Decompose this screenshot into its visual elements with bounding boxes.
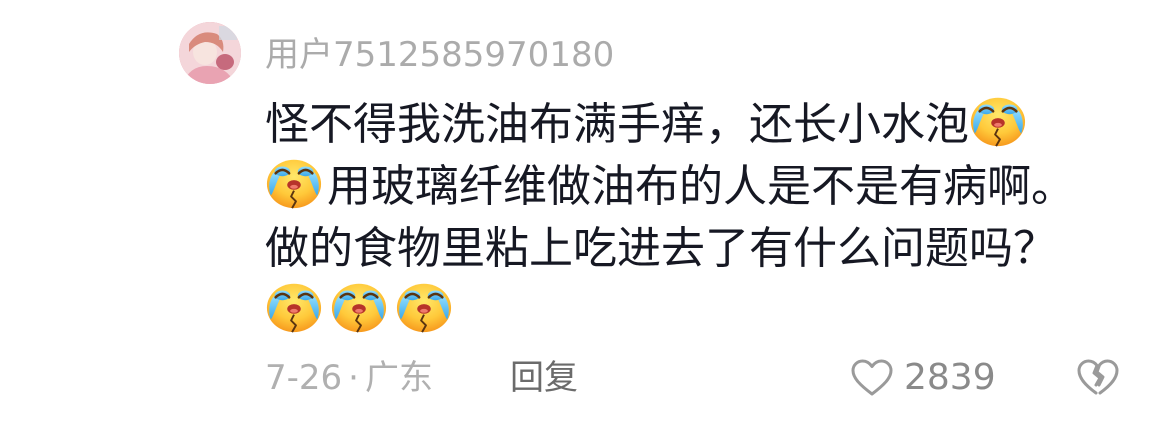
crying-emoji-icon [265,277,323,335]
comment-screen: 用户7512585970180 怪不得我洗油布满手痒，还长小水泡 用玻璃纤维做油… [0,0,1170,421]
crying-emoji-icon [969,91,1027,149]
like-button[interactable]: 2839 [850,355,996,401]
comment-text: 怪不得我洗油布满手痒，还长小水泡 [265,99,969,150]
like-count: 2839 [904,357,996,398]
crying-emoji-icon [395,277,453,335]
user-avatar[interactable] [179,22,241,84]
comment-date: 7-26 [265,358,343,398]
comment-text: 做的食物里粘上吃进去了有什么问题吗？ [265,223,1057,274]
reply-button[interactable]: 回复 [510,355,578,401]
comment-line: 怪不得我洗油布满手痒，还长小水泡 [265,89,1145,151]
crying-emoji-icon [330,277,388,335]
comment-body: 怪不得我洗油布满手痒，还长小水泡 用玻璃纤维做油布的人是不是有病啊。 做的食物里… [265,89,1145,337]
meta-separator: · [348,358,359,398]
comment-meta: 7-26 · 广东 [265,355,433,401]
avatar-photo-icon [179,22,241,84]
heart-outline-icon [851,359,893,396]
comment-line: 做的食物里粘上吃进去了有什么问题吗？ [265,213,1145,275]
comment-line: 用玻璃纤维做油布的人是不是有病啊。 [265,151,1145,213]
comment-footer: 7-26 · 广东 回复 2839 [0,355,1170,401]
username[interactable]: 用户7512585970180 [265,32,614,78]
comment-location: 广东 [364,358,433,398]
broken-heart-icon [1077,359,1119,395]
comment-line [265,275,1145,337]
crying-emoji-icon [265,153,323,211]
dislike-button[interactable] [1076,358,1120,398]
comment-text: 用玻璃纤维做油布的人是不是有病啊。 [327,161,1075,212]
